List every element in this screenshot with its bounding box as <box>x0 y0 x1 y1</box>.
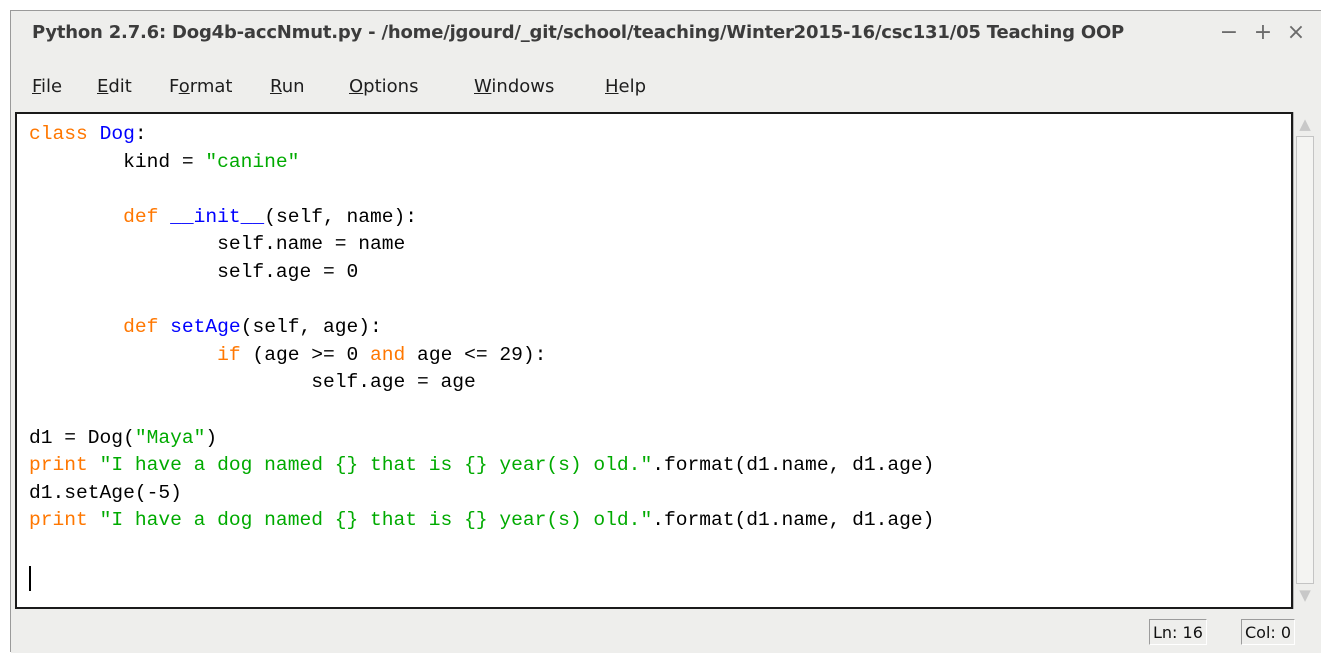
code-token: .format(d1.name, d1.age) <box>652 509 935 532</box>
menu-run[interactable]: Run <box>270 76 305 97</box>
status-column: Col: 0 <box>1241 619 1296 645</box>
menu-help-label: elp <box>618 76 647 97</box>
code-token: (self, age): <box>240 316 382 339</box>
code-token: ) <box>205 426 218 449</box>
menu-windows-mnemonic: W <box>474 76 492 97</box>
code-token-kw: print <box>29 509 88 532</box>
code-token-def: setAge <box>170 316 241 339</box>
menu-run-label: un <box>281 76 305 97</box>
code-token: age <= 29): <box>405 343 547 366</box>
title-bar[interactable]: Python 2.7.6: Dog4b-accNmut.py - /home/j… <box>11 11 1321 57</box>
menu-windows[interactable]: Windows <box>474 76 554 97</box>
menu-windows-label: indows <box>491 76 555 97</box>
status-bar: Ln: 16 Col: 0 <box>11 611 1321 653</box>
menu-format-mnemonic: o <box>178 76 190 97</box>
code-token: .format(d1.name, d1.age) <box>652 454 935 477</box>
menu-options[interactable]: Options <box>349 76 418 97</box>
menu-help[interactable]: Help <box>605 76 646 97</box>
text-cursor <box>29 566 31 591</box>
vertical-scrollbar[interactable]: ▲ ▼ <box>1293 112 1315 609</box>
scroll-up-icon[interactable]: ▲ <box>1296 113 1314 135</box>
code-token: kind = <box>29 150 206 173</box>
code-line: kind = "canine" <box>29 151 299 173</box>
close-icon[interactable]: × <box>1283 19 1309 47</box>
menu-bar: File Edit Format Run Options Windows Hel… <box>11 67 1321 107</box>
code-token-kw: and <box>370 343 406 366</box>
menu-edit-mnemonic: E <box>97 76 109 97</box>
code-token: (self, name): <box>264 205 418 228</box>
code-text[interactable]: class Dog: kind = "canine" def __init__(… <box>29 121 934 535</box>
title-fade <box>1171 19 1221 49</box>
code-token-kw: print <box>29 454 88 477</box>
menu-format[interactable]: Format <box>169 76 232 97</box>
code-token: self.name = name <box>29 233 406 256</box>
code-token-def: __init__ <box>170 205 265 228</box>
code-line: d1.setAge(-5) <box>29 482 182 504</box>
code-editor[interactable]: class Dog: kind = "canine" def __init__(… <box>15 112 1293 609</box>
code-line: def __init__(self, name): <box>29 206 417 228</box>
code-token: self.age = 0 <box>29 260 359 283</box>
code-token-kw: class <box>29 123 88 145</box>
maximize-icon[interactable]: + <box>1250 19 1276 47</box>
code-line: def setAge(self, age): <box>29 316 382 338</box>
menu-options-mnemonic: O <box>349 76 364 97</box>
code-token: d1 = Dog( <box>29 426 135 449</box>
code-line: if (age >= 0 and age <= 29): <box>29 344 546 366</box>
code-token-str: "I have a dog named {} that is {} year(s… <box>99 454 653 477</box>
code-line: d1 = Dog("Maya") <box>29 427 217 449</box>
code-token: self.age = age <box>29 371 476 394</box>
code-token-str: "canine" <box>205 150 300 173</box>
menu-edit-label: dit <box>108 76 132 97</box>
code-line: class Dog: <box>29 123 147 145</box>
code-token: (age >= 0 <box>240 343 371 366</box>
minimize-icon[interactable]: − <box>1216 19 1242 47</box>
menu-file-mnemonic: F <box>32 76 42 97</box>
menu-file[interactable]: File <box>32 76 62 97</box>
code-token-str: "I have a dog named {} that is {} year(s… <box>99 509 653 532</box>
menu-options-label: ptions <box>363 76 419 97</box>
code-token-kw: if <box>217 343 241 366</box>
menu-format-label: rmat <box>189 76 233 97</box>
menu-edit[interactable]: Edit <box>97 76 132 97</box>
menu-file-label: ile <box>41 76 63 97</box>
code-token-kw: def <box>123 205 159 228</box>
code-line: self.age = 0 <box>29 261 358 283</box>
code-line: self.age = age <box>29 371 476 393</box>
code-token: : <box>134 123 147 145</box>
idle-editor-window: Python 2.7.6: Dog4b-accNmut.py - /home/j… <box>10 10 1321 653</box>
scroll-down-icon[interactable]: ▼ <box>1296 584 1314 606</box>
code-token-str: "Maya" <box>134 426 206 449</box>
code-token-def: Dog <box>99 123 135 145</box>
scrollbar-trough[interactable] <box>1296 136 1314 584</box>
menu-run-mnemonic: R <box>270 76 282 97</box>
window-title: Python 2.7.6: Dog4b-accNmut.py - /home/j… <box>32 22 1125 43</box>
code-line: print "I have a dog named {} that is {} … <box>29 509 934 531</box>
status-line: Ln: 16 <box>1149 619 1207 645</box>
menu-format-prefix: F <box>169 76 179 97</box>
code-line: print "I have a dog named {} that is {} … <box>29 454 934 476</box>
code-token: d1.setAge(-5) <box>29 481 182 504</box>
code-token-kw: def <box>123 316 159 339</box>
menu-help-mnemonic: H <box>605 76 619 97</box>
code-line: self.name = name <box>29 233 405 255</box>
